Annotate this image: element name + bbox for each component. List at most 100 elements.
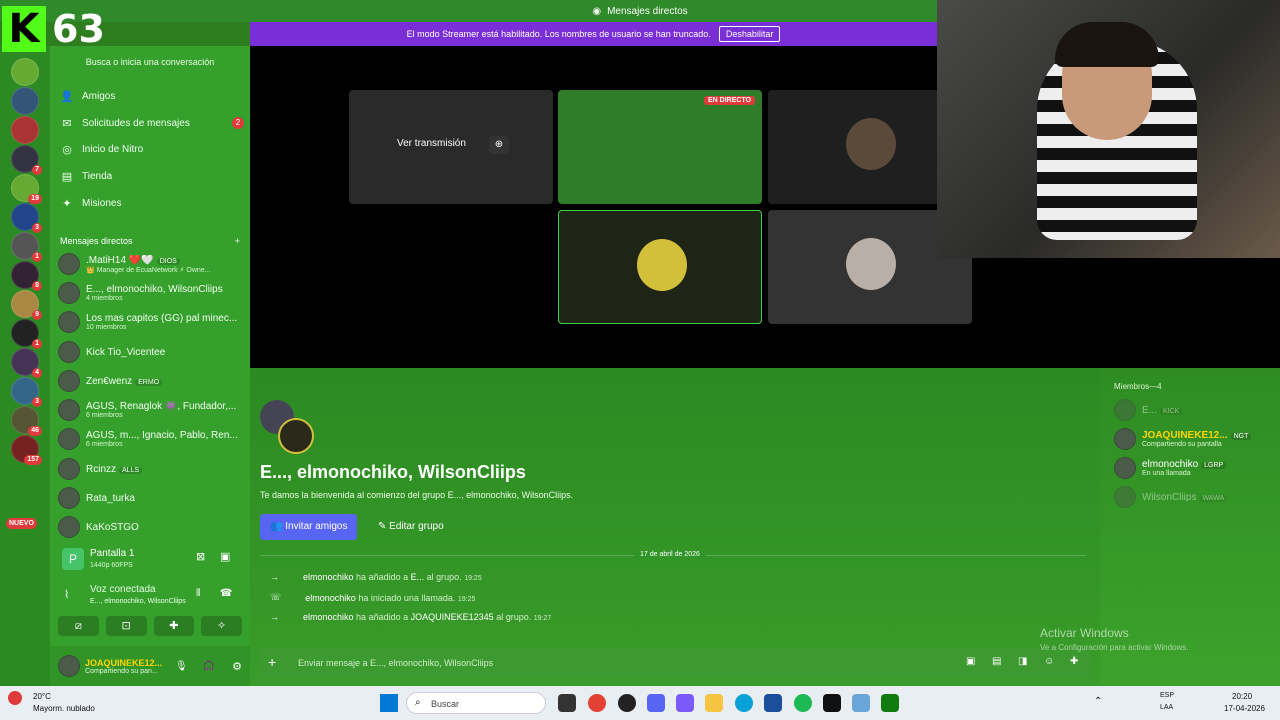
dm-item[interactable]: E..., elmonochiko, WilsonCliips 4 miembro… (58, 279, 244, 307)
app-icon[interactable] (676, 694, 694, 712)
edge-icon[interactable] (735, 694, 753, 712)
share-screen-icon[interactable]: ⊡ (105, 616, 147, 636)
avatar[interactable] (58, 655, 80, 677)
gift-icon[interactable]: ▣ (966, 656, 975, 667)
streamer-mode-banner: El modo Streamer está habilitado. Los no… (250, 22, 937, 46)
stream-tile[interactable]: Ver transmisión ⊕ (349, 90, 553, 204)
dm-name: Zen€wenz ERMO (86, 376, 163, 387)
server-icon[interactable]: 3 (11, 377, 42, 407)
message-target[interactable]: E... (411, 572, 425, 582)
taskbar: 20°C Mayorm. nublado ⌕ Buscar ⌃ ESP LAA … (0, 686, 1280, 720)
spotify-icon[interactable] (794, 694, 812, 712)
disable-button[interactable]: Deshabilitar (718, 26, 781, 42)
app-icon[interactable] (618, 694, 636, 712)
tray-chevron-icon[interactable]: ⌃ (1094, 696, 1102, 707)
folder-icon[interactable] (705, 694, 723, 712)
xbox-icon[interactable] (881, 694, 899, 712)
disconnect-icon[interactable]: ☎ (220, 588, 232, 599)
app-icon[interactable] (852, 694, 870, 712)
server-icon[interactable]: 46 (11, 406, 42, 436)
clock-time[interactable]: 20:20 (1232, 692, 1252, 701)
nav-quests[interactable]: ✦ Misiones (60, 191, 244, 215)
activities-icon[interactable]: ✚ (153, 616, 195, 636)
message-target[interactable]: JOAQUINEKE12345 (411, 612, 494, 622)
dm-item[interactable]: Zen€wenz ERMO (58, 367, 244, 395)
dm-item[interactable]: Rata_turka (58, 484, 244, 512)
gif-icon[interactable]: ▤ (992, 656, 1001, 667)
server-icon[interactable]: 1 (11, 319, 42, 349)
server-icon[interactable]: 9 (11, 290, 42, 320)
search-input[interactable]: Busca o inicia una conversación (58, 52, 242, 72)
discord-taskbar-icon[interactable] (647, 694, 665, 712)
nav-nitro[interactable]: ◎ Inicio de Nitro (60, 137, 244, 161)
server-icon[interactable]: 19 (11, 174, 42, 204)
live-stream-tile[interactable]: EN DIRECTO (558, 90, 762, 204)
member-item[interactable]: JOAQUINEKE12... NGT Compartiendo su pantal… (1114, 427, 1274, 451)
nav-shop[interactable]: ▤ Tienda (60, 164, 244, 188)
member-item[interactable]: elmonochiko LGRP En una llamada (1114, 456, 1274, 480)
dm-item[interactable]: AGUS, m..., Ignacio, Pablo, Ren... 6 miem… (58, 425, 244, 453)
avatar (58, 370, 80, 392)
server-icon[interactable]: 7 (11, 145, 42, 175)
server-icon[interactable]: 1 (11, 232, 42, 262)
dm-item[interactable]: Los mas capitos (GG) pal minec... 10 miem… (58, 308, 244, 336)
speaking-participant-tile[interactable] (558, 210, 762, 324)
taskbar-search[interactable]: ⌕ Buscar (406, 692, 546, 714)
invite-friends-button[interactable]: 👥 Invitar amigos (260, 514, 358, 540)
server-icon[interactable]: 8 (11, 261, 42, 291)
task-view-icon[interactable] (558, 694, 576, 712)
message-composer[interactable]: + Enviar mensaje a E..., elmonochiko, Wi… (260, 648, 1090, 678)
server-icon[interactable] (11, 58, 39, 86)
sticker-icon[interactable]: ◨ (1018, 656, 1027, 667)
soundboard-icon[interactable]: ⦀ (196, 588, 200, 599)
server-badge: 46 (28, 426, 42, 436)
windows-start-icon[interactable] (380, 694, 398, 712)
plus-icon[interactable]: + (268, 654, 276, 670)
message-text: ha iniciado una llamada. (358, 592, 456, 603)
headset-icon[interactable]: 🎧 (203, 661, 215, 672)
stop-stream-icon[interactable]: ⊠ (196, 550, 205, 563)
store-icon[interactable] (764, 694, 782, 712)
nav-label: Misiones (82, 197, 122, 209)
chrome-icon[interactable] (588, 694, 606, 712)
emoji-icon[interactable]: ☺ (1044, 656, 1054, 667)
dm-item[interactable]: Kick Tio_Vicentee (58, 338, 244, 366)
member-name: elmonochiko LGRP (1142, 459, 1227, 470)
dm-item[interactable]: Rcinzz ALLS (58, 455, 244, 483)
server-icon[interactable] (11, 87, 39, 115)
apps-icon[interactable]: ✚ (1070, 656, 1078, 667)
server-icon[interactable] (11, 116, 39, 144)
language[interactable]: ESP (1160, 692, 1174, 699)
gear-icon[interactable]: ⚙ (232, 660, 242, 673)
add-dm-button[interactable]: + (235, 236, 240, 246)
dm-item[interactable]: AGUS, Renaglok 👾, Fundador,... 6 miembros (58, 396, 244, 424)
obs-icon[interactable] (823, 694, 841, 712)
message-user[interactable]: elmonochiko (303, 572, 354, 582)
message-input[interactable]: Enviar mensaje a E..., elmonochiko, Wils… (298, 658, 493, 668)
member-item[interactable]: WilsonCliips WAWA (1114, 485, 1274, 509)
server-badge: 3 (32, 397, 42, 407)
mic-icon[interactable]: 🎙 (175, 661, 188, 672)
effects-icon[interactable]: ✧ (201, 616, 242, 636)
server-icon[interactable]: 4 (11, 348, 42, 378)
popout-icon[interactable]: ⊕ (489, 136, 509, 154)
nav-message-requests[interactable]: ✉ Solicitudes de mensajes 2 (60, 111, 244, 135)
server-badge: 4 (32, 368, 42, 378)
stream-settings-icon[interactable]: ▣ (220, 550, 230, 563)
member-item[interactable]: E... KICK (1114, 398, 1274, 422)
dm-item[interactable]: KaKoSTGO (58, 513, 244, 541)
edit-group-button[interactable]: ✎ Editar grupo (368, 514, 454, 540)
server-icon[interactable]: 157 (11, 435, 42, 465)
dm-subtitle: 4 miembros (86, 295, 123, 302)
dm-tag: ERMO (135, 378, 163, 386)
new-badge[interactable]: NUEVO (6, 518, 37, 529)
message-user[interactable]: elmonochiko (303, 612, 354, 622)
message-user[interactable]: elmonochiko (305, 593, 356, 603)
server-icon[interactable]: 3 (11, 203, 42, 233)
nav-friends[interactable]: 👤 Amigos (60, 84, 244, 108)
dm-item[interactable]: .MatiH14 ❤️🤍 DIOS 👑 Manager de EcuaNetwork… (58, 250, 244, 278)
camera-off-icon[interactable]: ⧄ (58, 616, 99, 636)
screen-share-panel: P Pantalla 1 1440p 60FPS ⊠ ▣ (50, 542, 250, 578)
weather-icon[interactable] (8, 691, 22, 705)
watch-stream-button[interactable]: Ver transmisión (391, 136, 472, 151)
